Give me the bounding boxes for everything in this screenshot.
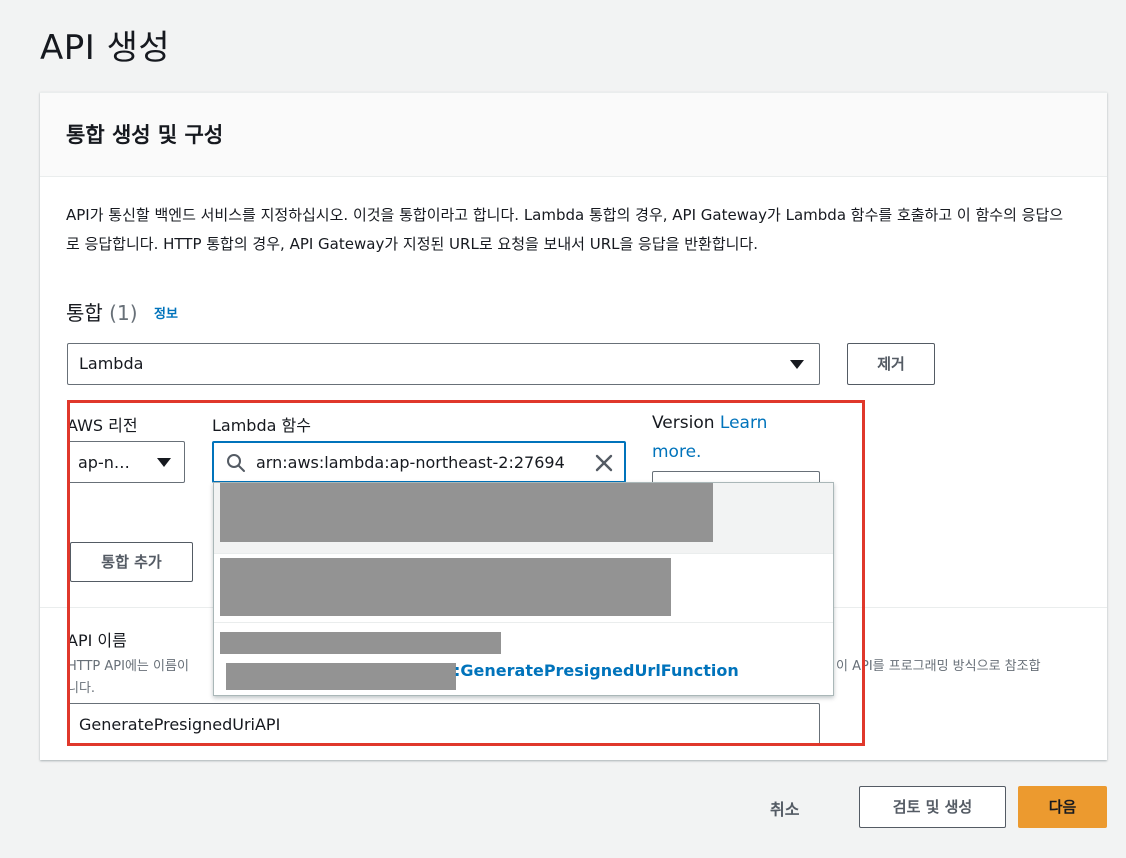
page-title: API 생성 — [40, 28, 171, 68]
panel-description: API가 통신할 백엔드 서비스를 지정하십시오. 이것을 통합이라고 합니다.… — [66, 206, 1064, 253]
next-button[interactable]: 다음 — [1018, 786, 1107, 828]
api-name-description-end: 이 API를 프로그래밍 방식으로 참조합 — [836, 659, 1041, 674]
info-link[interactable]: 정보 — [154, 303, 178, 322]
integration-type-select[interactable]: Lambda — [67, 343, 820, 385]
annotation-highlight-box — [67, 400, 865, 746]
integrations-count: (1) — [109, 301, 138, 325]
integrations-heading: 통합 (1) — [66, 297, 138, 326]
review-and-create-button[interactable]: 검토 및 생성 — [859, 786, 1006, 828]
caret-down-icon — [790, 360, 804, 369]
integrations-heading-label: 통합 — [66, 301, 103, 325]
panel-title: 통합 생성 및 구성 — [66, 123, 224, 147]
integration-type-value: Lambda — [79, 354, 144, 373]
cancel-button[interactable]: 취소 — [770, 796, 799, 820]
remove-button[interactable]: 제거 — [847, 343, 935, 385]
